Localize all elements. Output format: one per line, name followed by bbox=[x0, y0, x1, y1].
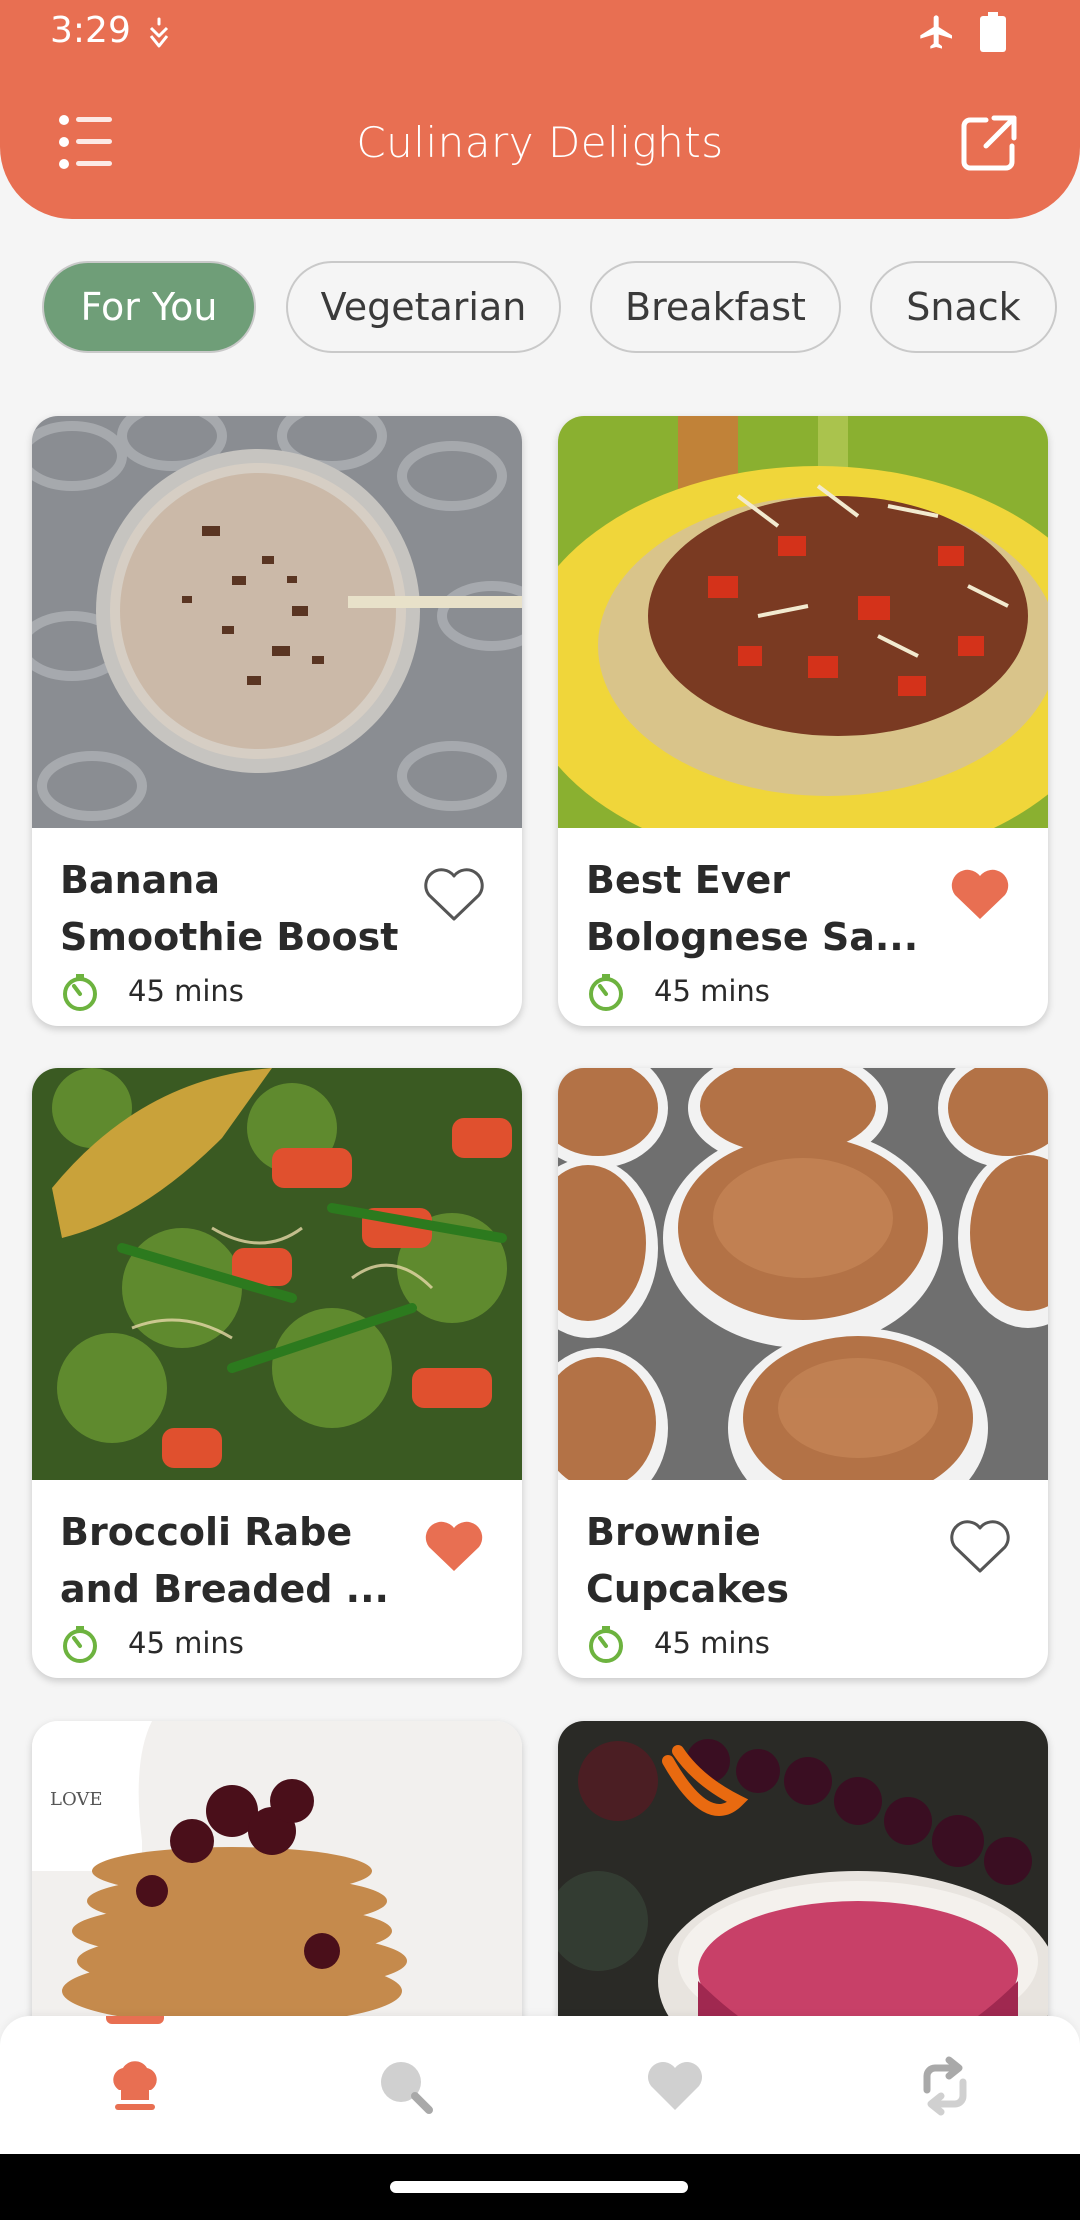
broccoli-rabe-photo bbox=[32, 1068, 522, 1480]
recipe-time: 45 mins bbox=[654, 1626, 770, 1660]
chip-breakfast[interactable]: Breakfast bbox=[590, 261, 841, 353]
notification-icon bbox=[149, 17, 169, 48]
bolognese-photo bbox=[558, 416, 1048, 828]
timer-icon bbox=[589, 1626, 623, 1663]
recipe-card[interactable]: Broccoli Rabe and Breaded ... 45 mins bbox=[32, 1068, 522, 1678]
nav-home[interactable] bbox=[0, 2016, 270, 2154]
recipe-time: 45 mins bbox=[654, 974, 770, 1008]
chip-for-you[interactable]: For You bbox=[42, 261, 256, 353]
search-icon bbox=[381, 2062, 433, 2114]
nav-favorites[interactable] bbox=[540, 2016, 810, 2154]
active-tab-indicator bbox=[106, 2016, 164, 2024]
airplane-mode-icon bbox=[920, 15, 952, 49]
timer-icon bbox=[63, 1626, 97, 1663]
recipe-card[interactable]: Banana Smoothie Boost 45 mins bbox=[32, 416, 522, 1026]
recipe-title: Banana Smoothie Boost bbox=[60, 858, 399, 959]
battery-icon bbox=[980, 12, 1006, 52]
svg-text:LOVE: LOVE bbox=[50, 1789, 103, 1810]
recipe-title: Broccoli Rabe and Breaded ... bbox=[60, 1510, 389, 1611]
timer-icon bbox=[589, 974, 623, 1011]
timer-icon bbox=[63, 974, 97, 1011]
favorite-heart-outline-icon[interactable] bbox=[948, 1516, 1012, 1576]
recipe-card[interactable]: Brownie Cupcakes 45 mins bbox=[558, 1068, 1048, 1678]
chef-hat-icon bbox=[113, 2061, 157, 2110]
recipe-title: Brownie Cupcakes bbox=[586, 1510, 789, 1611]
chip-label: Vegetarian bbox=[320, 285, 527, 329]
recipe-card[interactable]: Best Ever Bolognese Sa... 45 mins bbox=[558, 416, 1048, 1026]
chip-vegetarian[interactable]: Vegetarian bbox=[286, 261, 561, 353]
status-time: 3:29 bbox=[50, 10, 131, 51]
recipe-time: 45 mins bbox=[128, 1626, 244, 1660]
nav-search[interactable] bbox=[270, 2016, 540, 2154]
favorite-heart-filled-icon[interactable] bbox=[948, 864, 1012, 924]
recipe-time: 45 mins bbox=[128, 974, 244, 1008]
banana-smoothie-photo bbox=[32, 416, 522, 828]
app-title: Culinary Delights bbox=[356, 118, 724, 167]
chip-label: Snack bbox=[906, 285, 1021, 329]
heart-icon bbox=[648, 2062, 702, 2110]
nav-refresh[interactable] bbox=[810, 2016, 1080, 2154]
app-header: 3:29 Culinary Delights bbox=[0, 0, 1080, 219]
chip-snack[interactable]: Snack bbox=[870, 261, 1057, 353]
bottom-navigation bbox=[0, 2016, 1080, 2154]
share-button[interactable] bbox=[958, 112, 1020, 174]
share-external-icon bbox=[961, 115, 1017, 171]
favorite-heart-outline-icon[interactable] bbox=[422, 864, 486, 924]
favorite-heart-filled-icon[interactable] bbox=[422, 1516, 486, 1576]
refresh-icon bbox=[923, 2056, 967, 2116]
brownie-cupcakes-photo bbox=[558, 1068, 1048, 1480]
home-gesture-handle[interactable] bbox=[390, 2181, 688, 2193]
recipe-title: Best Ever Bolognese Sa... bbox=[586, 858, 919, 959]
chip-label: For You bbox=[80, 285, 218, 329]
chip-label: Breakfast bbox=[625, 285, 806, 329]
